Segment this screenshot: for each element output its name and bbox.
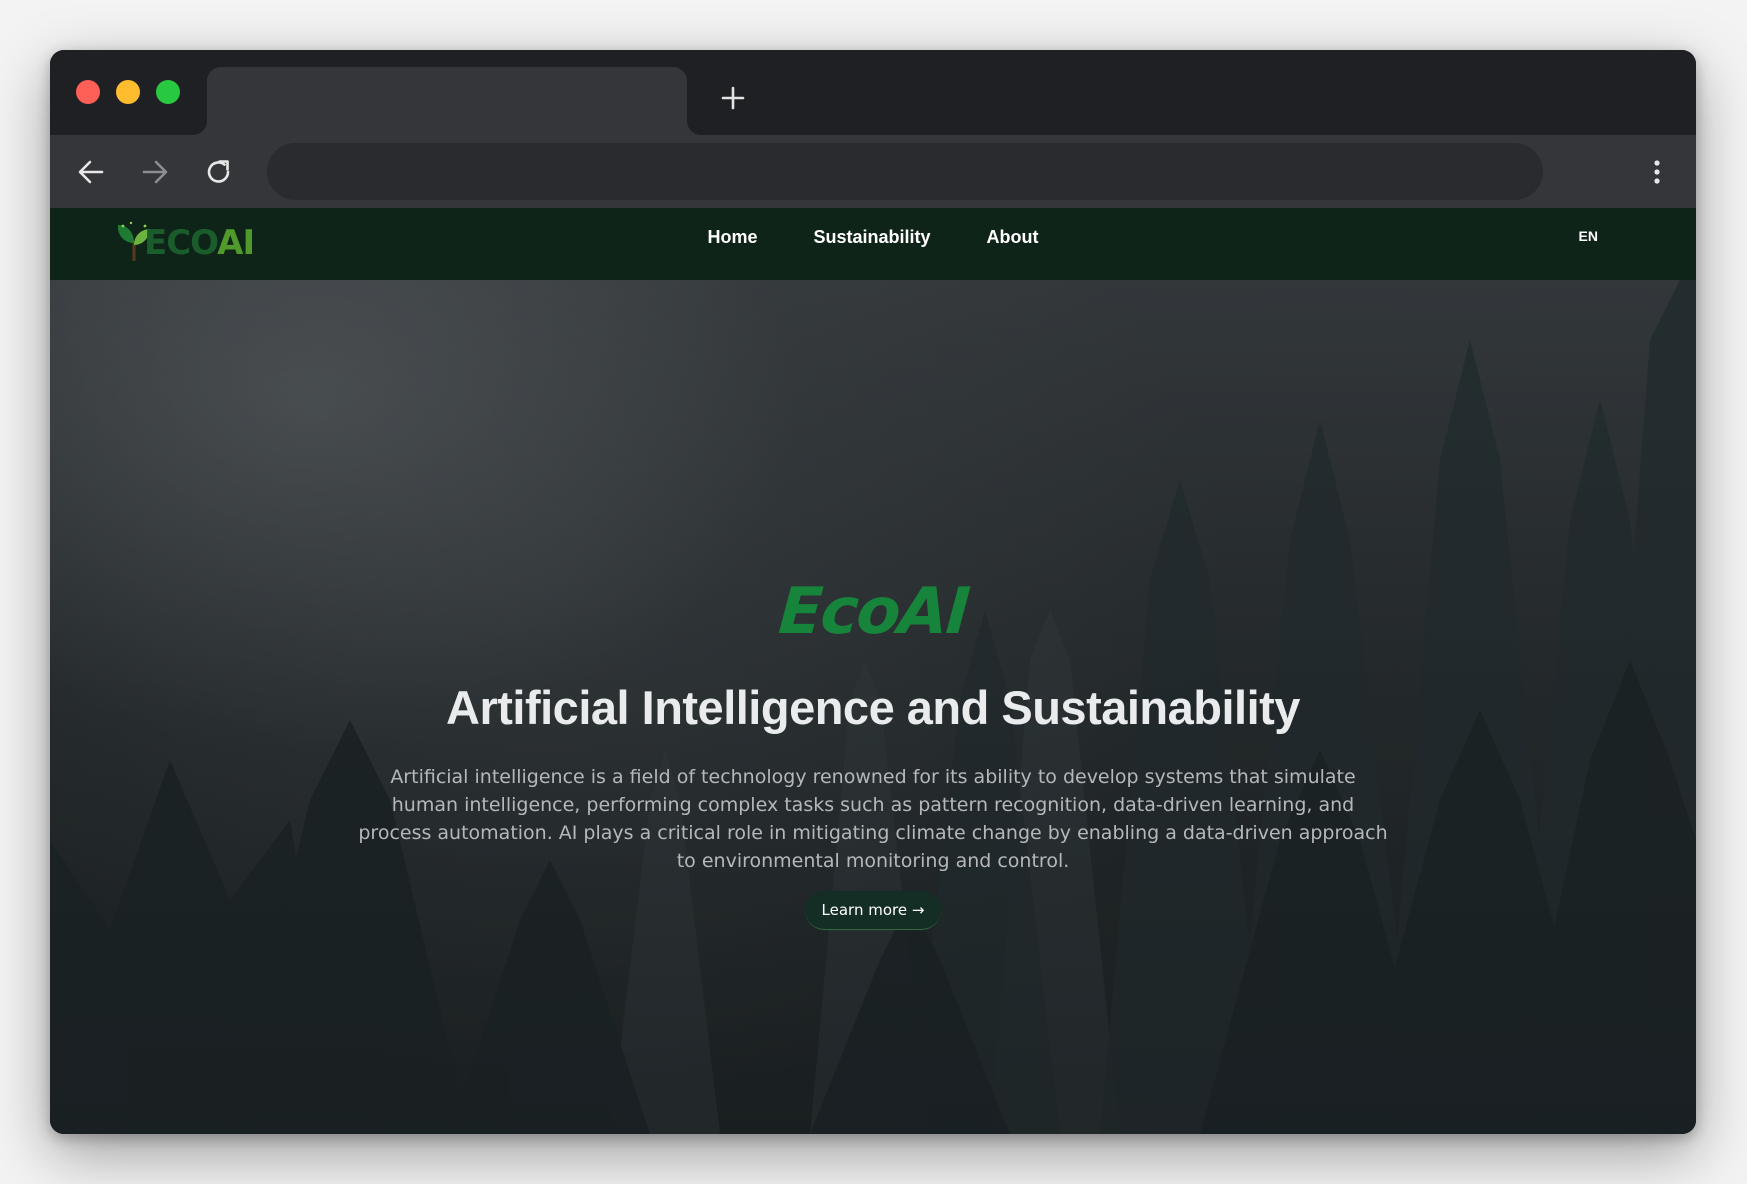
arrow-left-icon bbox=[78, 160, 104, 184]
tab-bar bbox=[50, 50, 1696, 135]
minimize-window-button[interactable] bbox=[116, 80, 140, 104]
nav-link-home[interactable]: Home bbox=[707, 227, 757, 248]
plus-icon bbox=[721, 86, 745, 110]
hero-description: Artificial intelligence is a field of te… bbox=[358, 766, 1388, 872]
browser-window: ECOAI Home Sustainability About EN EcoAI… bbox=[50, 50, 1696, 1134]
hero-brand-title: EcoAI bbox=[775, 575, 971, 649]
back-button[interactable] bbox=[72, 153, 110, 191]
reload-button[interactable] bbox=[200, 153, 238, 191]
hero-content: EcoAI Artificial Intelligence and Sustai… bbox=[50, 575, 1696, 930]
site-navbar: ECOAI Home Sustainability About EN bbox=[50, 208, 1696, 280]
close-window-button[interactable] bbox=[76, 80, 100, 104]
hero-section: EcoAI Artificial Intelligence and Sustai… bbox=[50, 280, 1696, 1134]
address-bar[interactable] bbox=[267, 143, 1543, 200]
reload-icon bbox=[207, 160, 230, 183]
main-menu: Home Sustainability About bbox=[50, 208, 1696, 267]
nav-link-about[interactable]: About bbox=[987, 227, 1039, 248]
browser-toolbar bbox=[50, 135, 1696, 208]
nav-link-sustainability[interactable]: Sustainability bbox=[814, 227, 931, 248]
new-tab-button[interactable] bbox=[715, 80, 751, 116]
browser-tab[interactable] bbox=[207, 67, 687, 135]
forward-button[interactable] bbox=[136, 153, 174, 191]
web-page: ECOAI Home Sustainability About EN EcoAI… bbox=[50, 208, 1696, 1134]
hero-headline: Artificial Intelligence and Sustainabili… bbox=[446, 681, 1300, 734]
language-selector[interactable]: EN bbox=[1579, 228, 1598, 244]
arrow-right-icon bbox=[142, 160, 168, 184]
kebab-menu-icon bbox=[1654, 160, 1660, 184]
browser-menu-button[interactable] bbox=[1638, 153, 1676, 191]
maximize-window-button[interactable] bbox=[156, 80, 180, 104]
learn-more-button[interactable]: Learn more → bbox=[804, 891, 942, 930]
